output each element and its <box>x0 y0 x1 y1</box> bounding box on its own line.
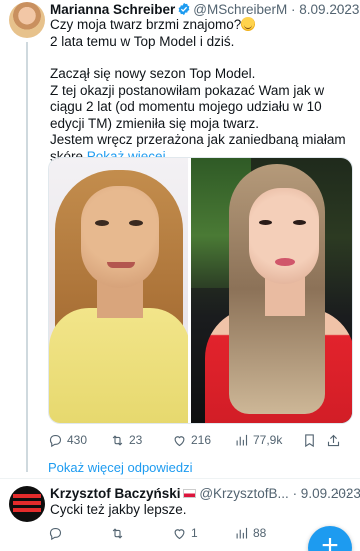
reply-reply-button[interactable] <box>48 526 110 541</box>
share-icon <box>327 434 340 446</box>
view-count: 77,9k <box>253 433 283 447</box>
tweet-text: Czy moja twarz brzmi znajomo? 2 lata tem… <box>50 17 350 165</box>
reply-views-button[interactable]: 88 <box>234 526 296 541</box>
retweet-icon <box>112 527 123 539</box>
tweet-line-3: Zaczął się nowy sezon Top Model. <box>50 66 256 81</box>
like-button[interactable]: 216 <box>172 433 234 448</box>
thread-line <box>26 42 28 472</box>
bookmark-icon <box>305 433 314 447</box>
reply-like-button[interactable]: 1 <box>172 526 234 541</box>
author-avatar[interactable] <box>9 2 45 38</box>
tweet-line-2: 2 lata temu w Top Model i dziś. <box>50 33 235 49</box>
views-icon <box>236 527 248 538</box>
like-icon <box>174 435 185 446</box>
reply-more-icon[interactable]: ··· <box>335 484 352 500</box>
retweet-button[interactable]: 23 <box>110 433 172 448</box>
tweet-line-1: Czy moja twarz brzmi znajomo? <box>50 17 242 32</box>
tweet-actions: 430 23 216 77,9k <box>48 430 358 450</box>
reply-icon <box>49 527 62 540</box>
more-icon[interactable]: ··· <box>335 0 352 16</box>
views-button[interactable]: 77,9k <box>234 433 302 448</box>
tweet-media[interactable] <box>48 157 353 424</box>
poland-flag-icon <box>182 489 196 498</box>
like-count: 216 <box>191 433 212 447</box>
reply-text: Cycki też jakby lepsze. <box>50 502 187 517</box>
retweet-count: 23 <box>129 433 143 447</box>
reply-author-avatar[interactable] <box>9 486 45 522</box>
retweet-icon <box>112 434 123 446</box>
media-photo-before[interactable] <box>49 158 188 423</box>
divider <box>0 478 360 479</box>
reply-like-count: 1 <box>191 526 198 540</box>
share-button[interactable] <box>326 433 350 448</box>
reply-count: 430 <box>67 433 88 447</box>
views-icon <box>236 434 248 445</box>
reply-view-count: 88 <box>253 526 267 540</box>
author-handle[interactable]: @MSchreiberM <box>193 2 287 17</box>
author-name[interactable]: Marianna Schreiber <box>50 2 175 17</box>
smiling-face-emoji-icon <box>241 17 256 31</box>
tweet-line-4: Z tej okazji postanowiłam pokazać Wam ja… <box>50 82 325 131</box>
show-more-replies-link[interactable]: Pokaż więcej odpowiedzi <box>48 460 193 475</box>
reply-author-name[interactable]: Krzysztof Baczyński <box>50 486 181 501</box>
like-icon <box>174 528 185 539</box>
reply-actions: 1 88 <box>48 524 308 542</box>
reply-header: Krzysztof Baczyński @KrzysztofB... · 9.0… <box>50 485 360 502</box>
reply-icon <box>49 434 62 447</box>
compose-plus-icon[interactable]: + <box>308 526 352 551</box>
reply-button[interactable]: 430 <box>48 433 110 448</box>
reply-author-handle[interactable]: @KrzysztofB... <box>199 486 288 501</box>
reply-retweet-button[interactable] <box>110 526 172 541</box>
media-photo-after[interactable] <box>190 158 352 423</box>
bookmark-button[interactable] <box>302 433 326 448</box>
